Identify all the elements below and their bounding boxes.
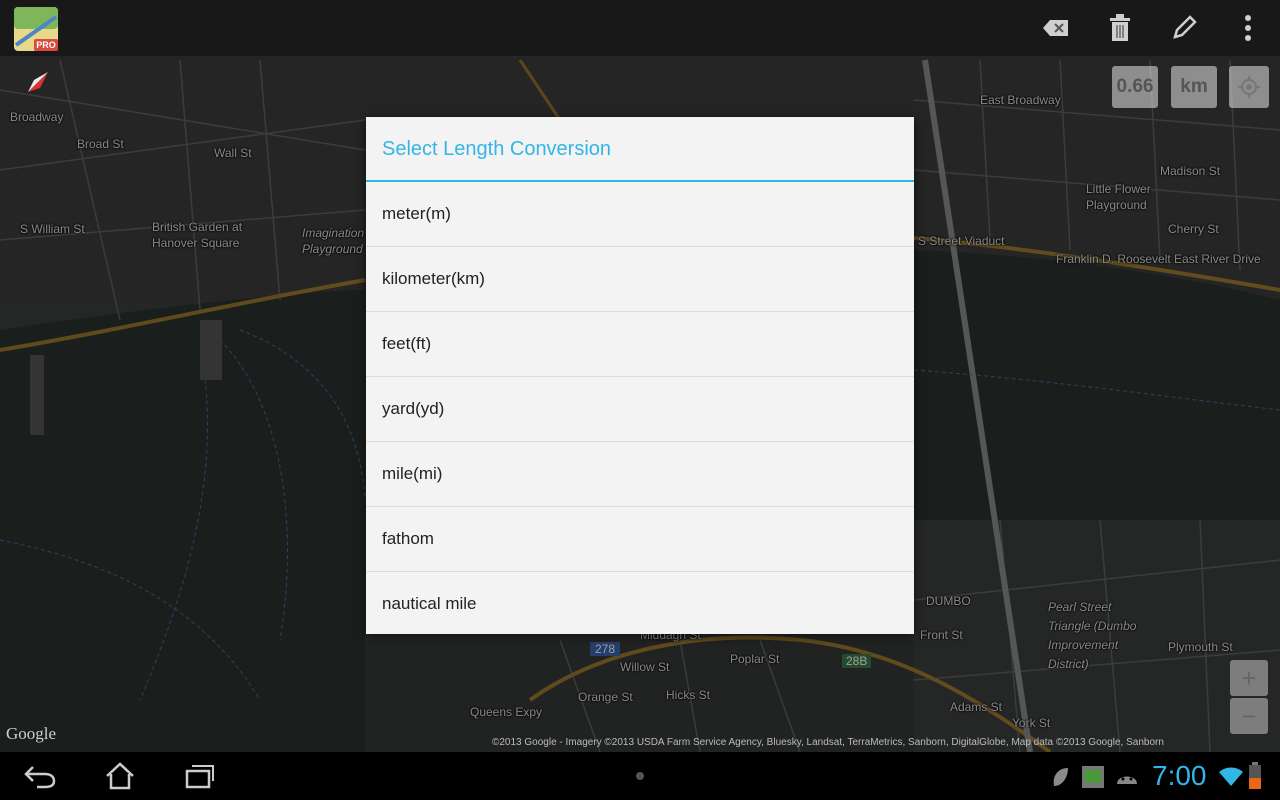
pencil-icon[interactable] [1164, 8, 1204, 48]
option-fathom[interactable]: fathom [366, 507, 914, 572]
action-bar: PRO [0, 0, 1280, 56]
option-yard[interactable]: yard(yd) [366, 377, 914, 442]
trash-icon[interactable] [1100, 8, 1140, 48]
pro-badge: PRO [36, 40, 56, 50]
option-kilometer[interactable]: kilometer(km) [366, 247, 914, 312]
wifi-icon [1218, 766, 1244, 793]
option-meter[interactable]: meter(m) [366, 182, 914, 247]
google-logo: Google [6, 724, 57, 743]
option-nautical-mile[interactable]: nautical mile [366, 572, 914, 636]
leaf-icon [1050, 766, 1070, 793]
my-location-icon[interactable] [1229, 66, 1269, 108]
unit-option-list: meter(m) kilometer(km) feet(ft) yard(yd)… [366, 182, 914, 636]
home-icon[interactable] [100, 760, 140, 792]
android-icon [1114, 766, 1140, 793]
map-attribution: ©2013 Google - Imagery ©2013 USDA Farm S… [492, 737, 1164, 748]
clear-icon[interactable] [1036, 8, 1076, 48]
option-feet[interactable]: feet(ft) [366, 312, 914, 377]
option-mile[interactable]: mile(mi) [366, 442, 914, 507]
menu-dot-icon [636, 772, 644, 780]
system-navigation-bar: 7:00 [0, 752, 1280, 800]
map-app-pro-icon[interactable]: PRO [12, 5, 60, 53]
screenshot-icon [1080, 764, 1106, 795]
unit-toggle-button[interactable]: km [1171, 66, 1217, 108]
battery-icon [1248, 762, 1262, 795]
recent-apps-icon[interactable] [180, 760, 220, 792]
distance-value[interactable]: 0.66 [1112, 66, 1158, 108]
compass-icon[interactable] [26, 70, 50, 99]
overflow-menu-icon[interactable] [1228, 8, 1268, 48]
back-icon[interactable] [20, 760, 60, 792]
zoom-out-button[interactable]: − [1230, 698, 1268, 734]
status-clock: 7:00 [1152, 760, 1207, 791]
zoom-in-button[interactable]: + [1230, 660, 1268, 696]
length-conversion-dialog: Select Length Conversion meter(m) kilome… [366, 117, 914, 634]
dialog-title: Select Length Conversion [366, 117, 914, 182]
